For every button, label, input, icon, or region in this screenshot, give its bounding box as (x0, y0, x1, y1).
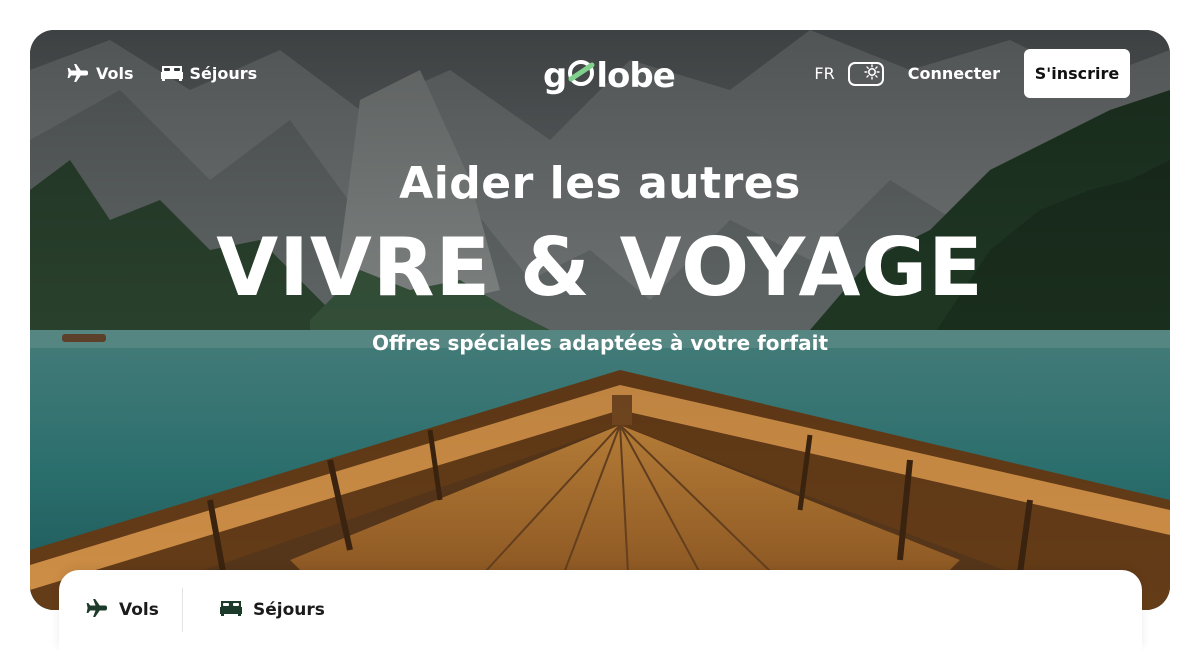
logo-text: lobe (596, 56, 675, 96)
tab-stays[interactable]: Séjours (219, 590, 325, 630)
language-selector[interactable]: FR (814, 64, 834, 83)
login-link[interactable]: Connecter (908, 64, 1000, 83)
plane-icon (85, 598, 109, 623)
signup-button[interactable]: S'inscrire (1024, 49, 1130, 98)
globe-mark-icon (565, 56, 597, 96)
hero-title: VIVRE & VOYAGE (216, 221, 984, 314)
bed-icon (219, 598, 243, 623)
hero-tagline: Offres spéciales adaptées à votre forfai… (371, 331, 829, 355)
plane-icon (66, 63, 90, 83)
hero-background-image (30, 30, 1170, 610)
main-nav: Vols Séjours (66, 60, 257, 86)
nav-flights-link[interactable]: Vols (66, 60, 134, 86)
hero-subtitle: Aider les autres (399, 158, 801, 209)
globe-logo[interactable]: g lobe (543, 54, 676, 98)
bed-icon (160, 63, 184, 83)
search-panel: Vols Séjours (59, 570, 1142, 650)
tab-stays-label: Séjours (253, 600, 325, 620)
sun-icon (864, 63, 880, 84)
nav-stays-label: Séjours (189, 63, 258, 83)
tab-divider (182, 588, 183, 632)
hero-banner: Vols Séjours g lobe FR Connecter S'inscr… (30, 30, 1170, 610)
logo-letter-g: g (543, 56, 567, 96)
tab-flights[interactable]: Vols (85, 590, 159, 630)
tab-flights-label: Vols (119, 600, 159, 620)
theme-toggle[interactable] (847, 61, 884, 86)
nav-stays-link[interactable]: Séjours (160, 60, 258, 86)
account-nav: FR Connecter S'inscrire (814, 49, 1130, 98)
nav-flights-label: Vols (96, 63, 134, 83)
